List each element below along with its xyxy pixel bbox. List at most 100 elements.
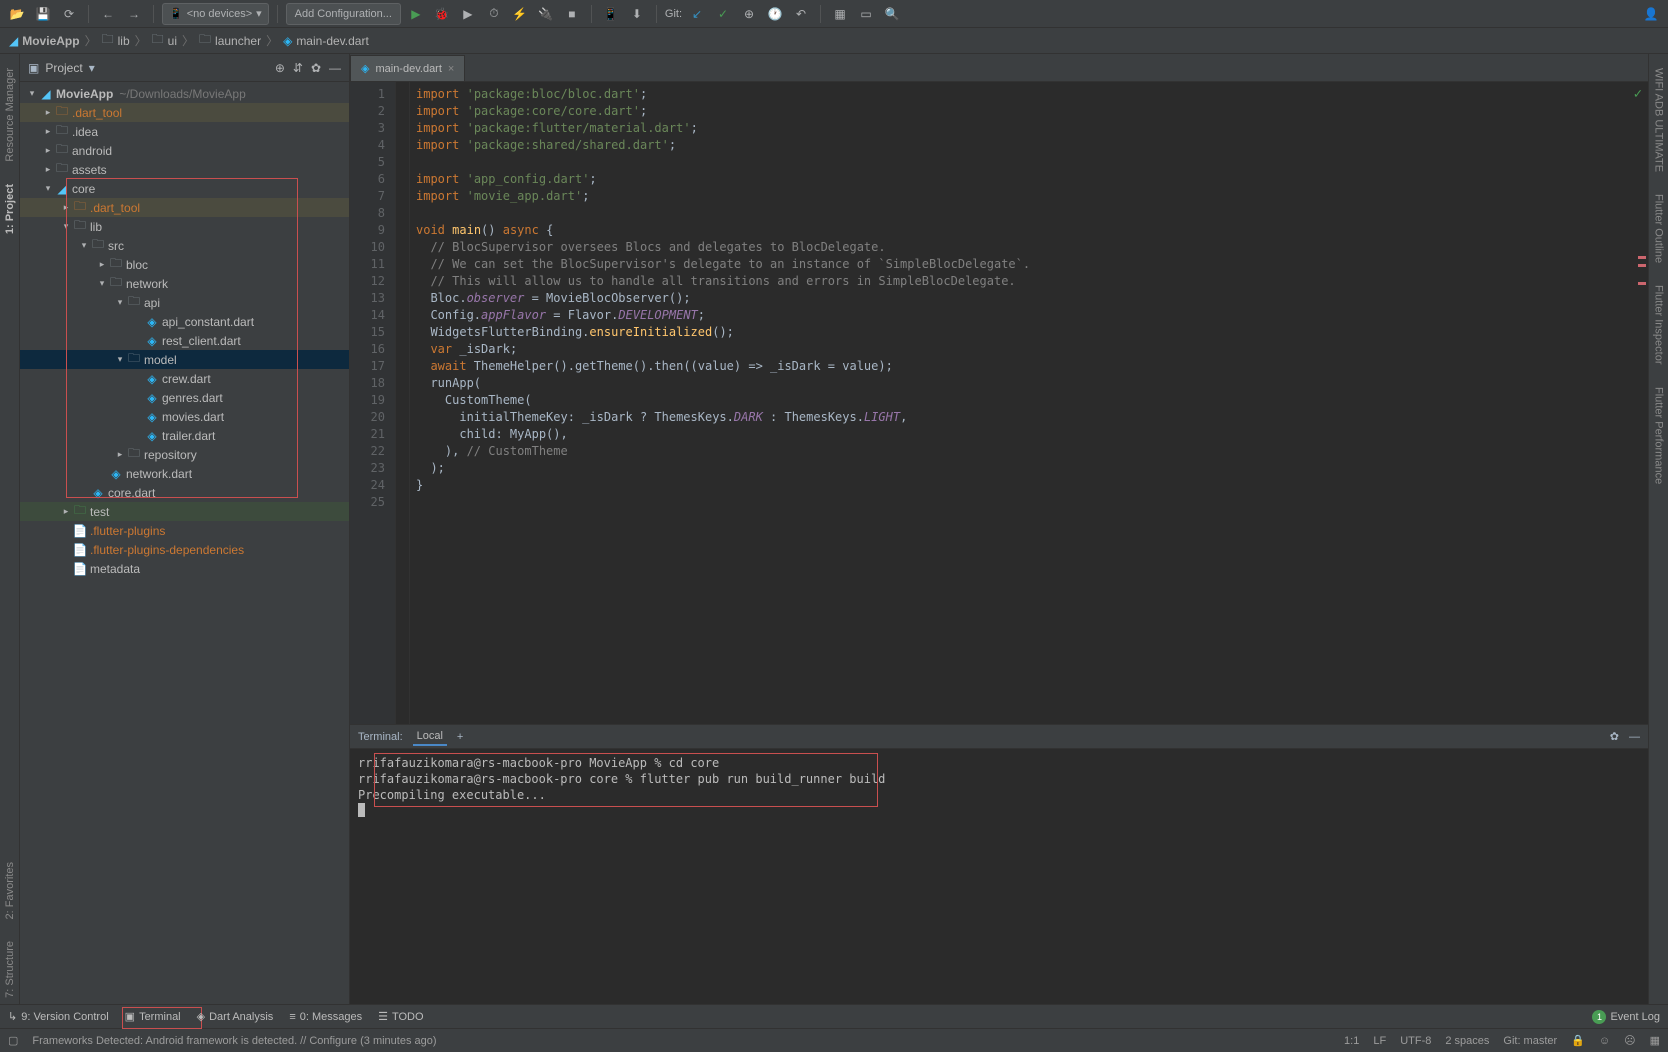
tree-item[interactable]: ◈crew.dart [20, 369, 349, 388]
status-git-branch[interactable]: Git: master [1503, 1035, 1557, 1047]
status-line-sep[interactable]: LF [1373, 1035, 1386, 1047]
gutter-flutter-performance[interactable]: Flutter Performance [1653, 381, 1665, 490]
bottom-todo[interactable]: ☰ TODO [378, 1010, 423, 1023]
attach-icon[interactable]: 🔌 [535, 3, 557, 25]
gear-icon[interactable]: ✿ [1610, 730, 1619, 743]
breadcrumb-item[interactable]: ◈main-dev.dart [280, 34, 372, 48]
git-rollback-icon[interactable]: ↶ [790, 3, 812, 25]
coverage-icon[interactable]: ▶ [457, 3, 479, 25]
code-content[interactable]: import 'package:bloc/bloc.dart'; import … [410, 82, 1648, 724]
hot-reload-icon[interactable]: ⚡ [509, 3, 531, 25]
bottom-event-log[interactable]: 1 Event Log [1592, 1010, 1660, 1024]
bottom-messages[interactable]: ≡ 0: Messages [289, 1011, 362, 1023]
gutter-flutter-inspector[interactable]: Flutter Inspector [1653, 279, 1665, 370]
add-terminal-icon[interactable]: + [457, 731, 463, 743]
status-message[interactable]: Frameworks Detected: Android framework i… [32, 1035, 436, 1047]
presentation-icon[interactable]: ▭ [855, 3, 877, 25]
tree-item[interactable]: ▸🗀.dart_tool [20, 103, 349, 122]
project-tree[interactable]: ▾◢ MovieApp ~/Downloads/MovieApp ▸🗀.dart… [20, 82, 349, 1004]
tree-item[interactable]: ▾🗀lib [20, 217, 349, 236]
sdk-icon[interactable]: ⬇ [626, 3, 648, 25]
run-config-selector[interactable]: Add Configuration... [286, 3, 401, 25]
tree-item[interactable]: ▸🗀.idea [20, 122, 349, 141]
bottom-version-control[interactable]: ↳ 9: Version Control [8, 1010, 109, 1023]
tree-item[interactable]: ▾◢core [20, 179, 349, 198]
tree-item[interactable]: 📄metadata [20, 559, 349, 578]
gutter-wifi-adb[interactable]: WIFI ADB ULTIMATE [1653, 62, 1665, 178]
tree-item[interactable]: ◈core.dart [20, 483, 349, 502]
status-window-icon[interactable]: ▢ [8, 1034, 18, 1047]
back-icon[interactable]: ← [97, 3, 119, 25]
tree-item[interactable]: ▾🗀model [20, 350, 349, 369]
gutter-resource-manager[interactable]: Resource Manager [4, 62, 16, 168]
collapse-icon[interactable]: ⇵ [293, 61, 303, 75]
tree-item[interactable]: 📄.flutter-plugins [20, 521, 349, 540]
tree-item[interactable]: ◈network.dart [20, 464, 349, 483]
folder-icon: 🗀 [108, 254, 124, 275]
gutter-project[interactable]: 1: Project [4, 178, 16, 240]
git-compare-icon[interactable]: ⊕ [738, 3, 760, 25]
tree-root[interactable]: ▾◢ MovieApp ~/Downloads/MovieApp [20, 84, 349, 103]
gutter-structure[interactable]: 7: Structure [4, 935, 16, 1004]
avatar-icon[interactable]: 👤 [1640, 3, 1662, 25]
tree-item[interactable]: ▸🗀android [20, 141, 349, 160]
tree-item[interactable]: ▾🗀src [20, 236, 349, 255]
tree-item[interactable]: ▸🗀test [20, 502, 349, 521]
memory-icon[interactable]: ▦ [1650, 1034, 1660, 1047]
terminal-output[interactable]: rrifafauzikomara@rs-macbook-pro MovieApp… [350, 749, 1648, 1004]
bottom-dart-analysis[interactable]: ◈ Dart Analysis [197, 1010, 274, 1023]
breadcrumb-item[interactable]: ◢MovieApp [6, 34, 83, 48]
breadcrumb-item[interactable]: 🗀ui [149, 30, 180, 51]
hide-icon[interactable]: — [1629, 731, 1640, 743]
fold-gutter[interactable] [396, 82, 410, 724]
editor-tab[interactable]: ◈ main-dev.dart × [350, 55, 465, 81]
breadcrumb-item[interactable]: 🗀launcher [196, 30, 264, 51]
tree-item[interactable]: ◈trailer.dart [20, 426, 349, 445]
close-icon[interactable]: × [448, 63, 454, 75]
lock-icon[interactable]: 🔒 [1571, 1034, 1585, 1047]
layout-icon[interactable]: ▦ [829, 3, 851, 25]
git-update-icon[interactable]: ↙ [686, 3, 708, 25]
refresh-icon[interactable]: ⟳ [58, 3, 80, 25]
tree-item[interactable]: ▸🗀repository [20, 445, 349, 464]
chevron-down-icon[interactable]: ▾ [89, 61, 95, 75]
avd-icon[interactable]: 📱 [600, 3, 622, 25]
tree-item[interactable]: ▾🗀api [20, 293, 349, 312]
profiler-icon[interactable]: ⏱ [483, 3, 505, 25]
breadcrumb-item[interactable]: 🗀lib [99, 30, 133, 51]
search-icon[interactable]: 🔍 [881, 3, 903, 25]
hide-icon[interactable]: — [329, 61, 341, 75]
forward-icon[interactable]: → [123, 3, 145, 25]
file-icon: 📄 [72, 562, 88, 576]
run-icon[interactable]: ▶ [405, 3, 427, 25]
status-indent[interactable]: 2 spaces [1445, 1035, 1489, 1047]
gutter-flutter-outline[interactable]: Flutter Outline [1653, 188, 1665, 269]
sad-icon[interactable]: ☹ [1624, 1034, 1635, 1047]
tree-item[interactable]: ▸🗀bloc [20, 255, 349, 274]
terminal-tab-local[interactable]: Local [413, 728, 447, 746]
tree-item[interactable]: ▾🗀network [20, 274, 349, 293]
tree-item[interactable]: ◈movies.dart [20, 407, 349, 426]
status-encoding[interactable]: UTF-8 [1400, 1035, 1431, 1047]
flutter-icon: ◢ [9, 34, 18, 48]
gutter-favorites[interactable]: 2: Favorites [4, 856, 16, 925]
tree-item[interactable]: ▸🗀.dart_tool [20, 198, 349, 217]
debug-icon[interactable]: 🐞 [431, 3, 453, 25]
stop-icon[interactable]: ■ [561, 3, 583, 25]
tree-item[interactable]: 📄.flutter-plugins-dependencies [20, 540, 349, 559]
device-selector[interactable]: 📱 <no devices> ▾ [162, 3, 269, 25]
bottom-terminal[interactable]: ▣ Terminal [125, 1010, 181, 1023]
tree-item[interactable]: ◈api_constant.dart [20, 312, 349, 331]
tree-item[interactable]: ◈rest_client.dart [20, 331, 349, 350]
git-commit-icon[interactable]: ✓ [712, 3, 734, 25]
smiley-icon[interactable]: ☺ [1599, 1035, 1610, 1047]
locate-icon[interactable]: ⊕ [275, 61, 285, 75]
tree-item[interactable]: ◈genres.dart [20, 388, 349, 407]
status-cursor[interactable]: 1:1 [1344, 1035, 1359, 1047]
gear-icon[interactable]: ✿ [311, 61, 321, 75]
save-icon[interactable]: 💾 [32, 3, 54, 25]
tree-item[interactable]: ▸🗀assets [20, 160, 349, 179]
open-icon[interactable]: 📂 [6, 3, 28, 25]
git-history-icon[interactable]: 🕐 [764, 3, 786, 25]
code-editor[interactable]: ✓ 12345678910111213141516171819202122232… [350, 82, 1648, 724]
